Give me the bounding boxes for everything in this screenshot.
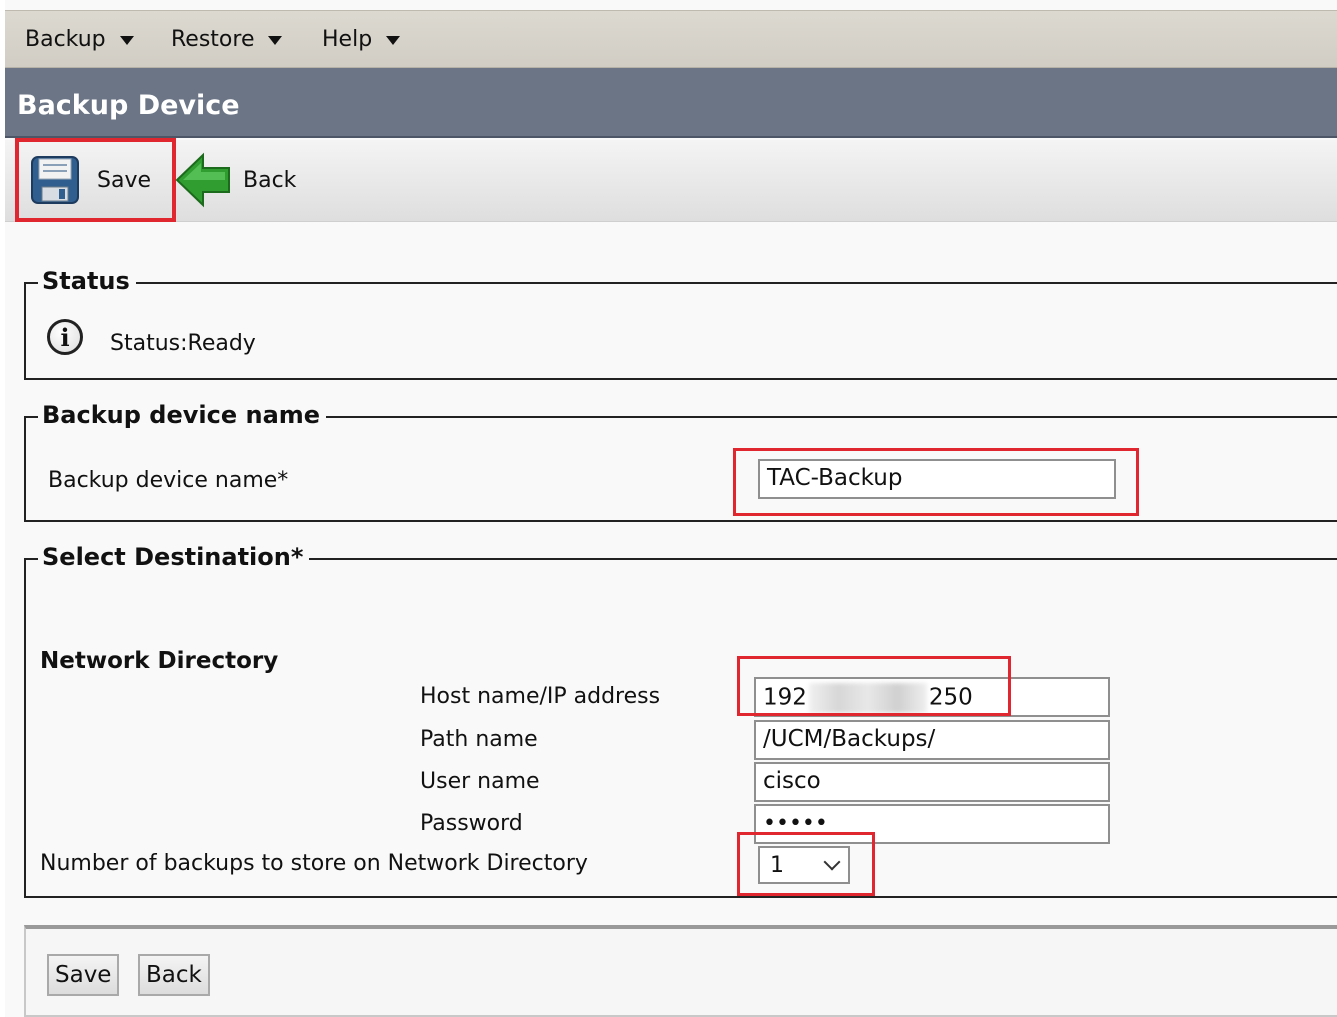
password-label: Password [420, 811, 523, 836]
backups-count-label: Number of backups to store on Network Di… [40, 851, 588, 876]
status-text: Status:Ready [110, 331, 256, 356]
path-label: Path name [420, 727, 538, 752]
bottom-button-bar: Save Back [24, 925, 1337, 1017]
path-input[interactable]: /UCM/Backups/ [754, 720, 1110, 760]
back-arrow-icon [175, 152, 230, 208]
user-input[interactable]: cisco [754, 762, 1110, 802]
device-name-legend: Backup device name [38, 401, 327, 429]
title-bar: Backup Device [5, 68, 1337, 138]
page-title: Backup Device [17, 90, 240, 121]
back-button[interactable]: Back [138, 954, 210, 996]
user-label: User name [420, 769, 540, 794]
page: Backup Restore Help Backup Device Save B… [5, 0, 1337, 1017]
backups-count-highlight [737, 832, 875, 896]
toolbar-back-label: Back [243, 167, 297, 193]
network-directory-heading: Network Directory [40, 648, 279, 674]
status-legend: Status [38, 267, 136, 295]
host-label: Host name/IP address [420, 684, 661, 709]
caret-down-icon [119, 36, 134, 45]
status-group: Status i Status:Ready [24, 267, 1337, 380]
caret-down-icon [268, 36, 283, 45]
device-name-label: Backup device name* [48, 468, 289, 493]
caret-down-icon [386, 36, 401, 45]
host-highlight [737, 656, 1011, 716]
destination-legend: Select Destination* [38, 543, 310, 571]
destination-group: Select Destination* Network Directory Ho… [24, 543, 1337, 898]
device-name-group: Backup device name Backup device name* T… [24, 401, 1337, 522]
toolbar-save-label: Save [97, 167, 152, 193]
toolbar: Save Back [5, 138, 1337, 222]
save-button[interactable]: Save [47, 954, 120, 996]
menu-restore[interactable]: Restore [171, 27, 283, 52]
device-name-input[interactable]: TAC-Backup [758, 459, 1116, 499]
toolbar-back-button[interactable]: Back [175, 150, 296, 210]
menu-backup[interactable]: Backup [25, 27, 134, 52]
floppy-disk-icon [31, 156, 79, 204]
menu-help[interactable]: Help [322, 27, 401, 52]
menu-restore-label: Restore [171, 27, 255, 52]
menu-help-label: Help [322, 27, 373, 52]
menu-bar: Backup Restore Help [5, 10, 1337, 68]
toolbar-save-button[interactable]: Save [15, 138, 176, 222]
info-icon: i [47, 319, 83, 355]
menu-backup-label: Backup [25, 27, 106, 52]
